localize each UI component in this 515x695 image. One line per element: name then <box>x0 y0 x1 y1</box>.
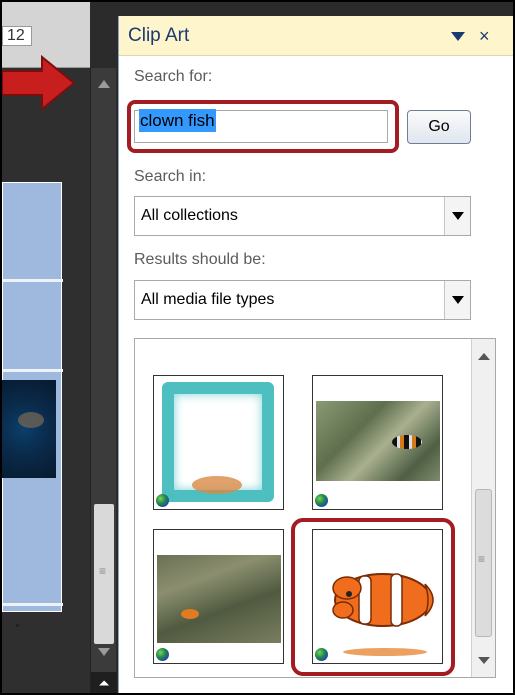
go-button[interactable]: Go <box>407 110 471 144</box>
document-vertical-scrollbar[interactable]: ⏶ <box>90 68 117 693</box>
results-type-value: All media file types <box>141 291 275 308</box>
pane-options-dropdown-icon[interactable] <box>451 32 465 41</box>
results-should-be-label: Results should be: <box>134 251 266 268</box>
chevron-down-icon[interactable] <box>444 281 470 319</box>
scroll-down-arrow-icon[interactable] <box>478 657 490 664</box>
scrollbar-thumb[interactable] <box>94 504 114 644</box>
slide-thumbnail-photo[interactable] <box>2 380 56 478</box>
close-icon[interactable]: × <box>479 26 490 47</box>
aquarium-frame-image <box>162 382 274 502</box>
scrollbar-thumb[interactable] <box>475 489 492 637</box>
thumbnail-separator <box>3 279 63 282</box>
search-in-select[interactable]: All collections <box>134 196 471 236</box>
screenshot-frame: 12 ⏶ Clip Art × Search for: clown fish G… <box>0 0 515 695</box>
globe-icon <box>315 494 328 507</box>
scroll-down-arrow-icon[interactable] <box>98 648 110 656</box>
search-in-label: Search in: <box>134 168 207 185</box>
pane-title: Clip Art <box>128 25 190 46</box>
thumbnail-separator <box>3 603 63 606</box>
results-scrollbar[interactable] <box>471 339 495 677</box>
pane-header: Clip Art × <box>119 16 513 56</box>
ruler-label: 12 <box>2 26 32 46</box>
search-in-value: All collections <box>141 207 238 224</box>
globe-icon <box>156 648 169 661</box>
clip-photo-clownfish-reef[interactable] <box>153 529 284 664</box>
clownfish-reef-photo <box>157 555 281 643</box>
globe-icon <box>156 494 169 507</box>
split-handle-icon[interactable]: ⏶ <box>91 672 117 693</box>
red-callout-arrow-icon <box>2 55 76 111</box>
clownfish-anemone-photo <box>316 401 440 481</box>
search-highlight-box <box>127 100 399 153</box>
results-type-select[interactable]: All media file types <box>134 280 471 320</box>
tiny-marker <box>16 624 19 627</box>
scroll-up-arrow-icon[interactable] <box>478 353 490 360</box>
search-for-label: Search for: <box>134 68 213 85</box>
clip-photo-clownfish-anemone[interactable] <box>312 375 443 510</box>
chevron-down-icon[interactable] <box>444 197 470 235</box>
clip-frame-aquarium[interactable] <box>153 375 284 510</box>
thumbnail-separator <box>3 369 63 372</box>
scroll-up-arrow-icon[interactable] <box>98 80 110 88</box>
clip-highlight-box <box>291 518 455 676</box>
